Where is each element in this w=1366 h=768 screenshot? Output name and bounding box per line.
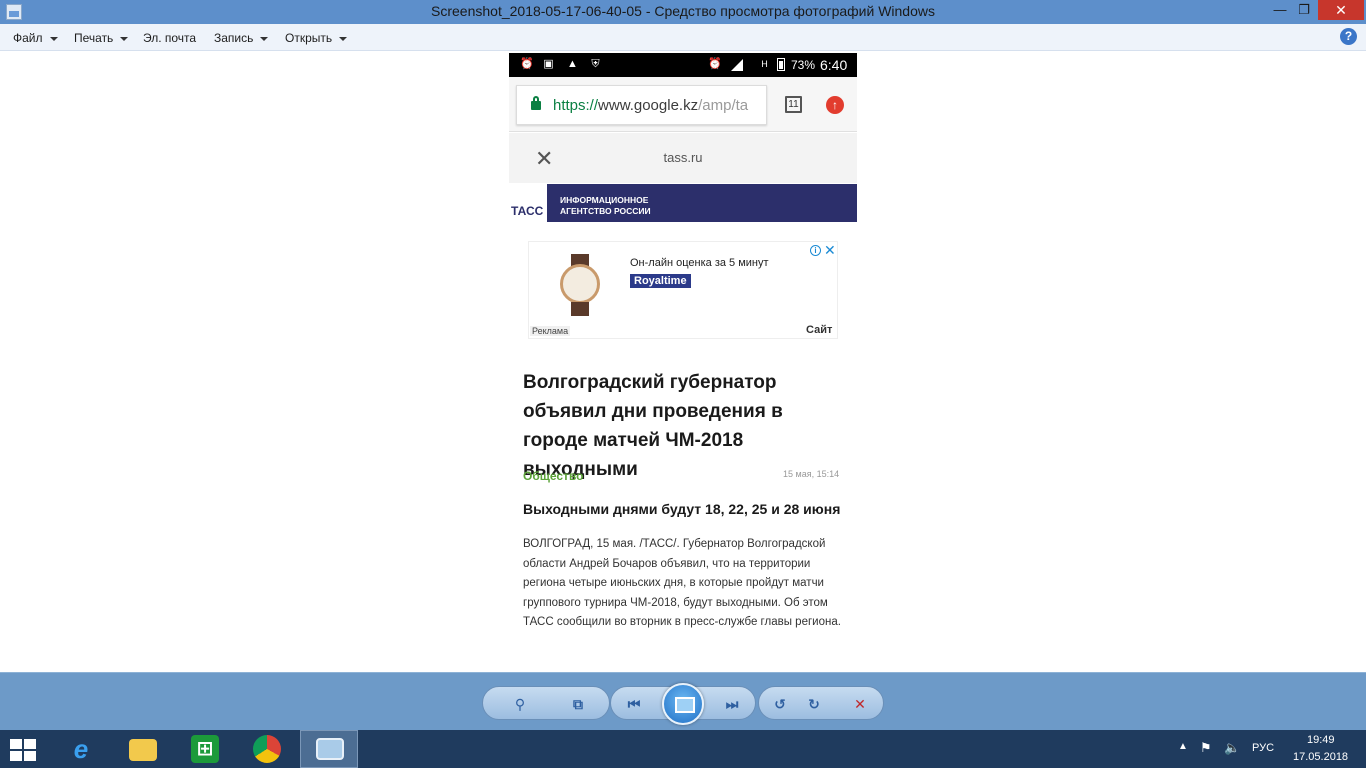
- tab-switcher-button[interactable]: 11: [785, 96, 802, 113]
- info-icon[interactable]: i: [810, 245, 821, 256]
- taskbar-photo-viewer[interactable]: [300, 730, 358, 768]
- menu-print[interactable]: Печать: [74, 31, 129, 45]
- chrome-icon: [253, 735, 281, 763]
- toolbar-left-group: ⚲ ⧉: [482, 686, 610, 720]
- help-button[interactable]: ?: [1340, 28, 1357, 45]
- browser-toolbar: https://www.google.kz/amp/ta 11 ↑: [509, 77, 857, 132]
- article-date: 15 мая, 15:14: [783, 469, 840, 479]
- tass-tagline-line1: ИНФОРМАЦИОННОЕ: [560, 195, 649, 205]
- ad-site-link[interactable]: Сайт: [806, 324, 832, 336]
- store-icon: ⊞: [191, 735, 219, 763]
- image-icon: ▣: [543, 58, 554, 70]
- previous-icon[interactable]: ⏮: [623, 694, 645, 714]
- tass-tagline: ИНФОРМАЦИОННОЕ АГЕНТСТВО РОССИИ: [560, 195, 680, 217]
- article-subhead: Выходными днями будут 18, 22, 25 и 28 ию…: [523, 501, 841, 517]
- menu-open-label: Открыть: [285, 31, 333, 45]
- menu-print-label: Печать: [74, 31, 114, 45]
- taskbar: e ⊞ ▲ ⚑ 🔈 РУС 19:49 17.05.2018: [0, 730, 1366, 768]
- tass-logo-box: ТАСС: [509, 184, 547, 222]
- menu-email-label: Эл. почта: [143, 31, 197, 45]
- menu-burn[interactable]: Запись: [214, 31, 269, 45]
- chevron-down-icon: [339, 36, 348, 41]
- menu-bar: Файл Печать Эл. почта Запись Открыть ?: [0, 24, 1366, 51]
- ad-label: Реклама: [530, 326, 571, 336]
- ad-brand: Royaltime: [630, 274, 691, 288]
- displayed-image: ⏰ ▣ ▲ ⛨ ⏰ H 73% 6:40 https://www.google.…: [509, 53, 857, 672]
- upload-icon[interactable]: ↑: [826, 96, 844, 114]
- menu-open[interactable]: Открыть: [285, 31, 348, 45]
- taskbar-ie[interactable]: e: [52, 730, 110, 768]
- lock-icon: [531, 96, 541, 110]
- chevron-down-icon: [260, 36, 269, 41]
- url-scheme: https://: [553, 97, 599, 114]
- rotate-ccw-icon[interactable]: ↺: [769, 694, 791, 714]
- clock-date[interactable]: 17.05.2018: [1293, 751, 1348, 763]
- taskbar-explorer[interactable]: [114, 730, 172, 768]
- watch-image: [557, 254, 603, 316]
- battery-icon: [777, 58, 785, 71]
- article-body: ВОЛГОГРАД, 15 мая. /ТАСС/. Губернатор Во…: [523, 538, 841, 628]
- menu-file[interactable]: Файл: [13, 31, 58, 45]
- menu-burn-label: Запись: [214, 31, 254, 45]
- speaker-muted-icon[interactable]: 🔈: [1224, 740, 1240, 756]
- ad-text: Он-лайн оценка за 5 минут: [630, 257, 769, 269]
- language-indicator[interactable]: РУС: [1252, 742, 1274, 754]
- clock-time[interactable]: 19:49: [1307, 734, 1335, 746]
- advertisement[interactable]: Он-лайн оценка за 5 минут Royaltime i ✕ …: [528, 241, 838, 339]
- close-button[interactable]: ✕: [1318, 0, 1364, 20]
- maximize-button[interactable]: ❐: [1292, 0, 1316, 20]
- window-title: Screenshot_2018-05-17-06-40-05 - Средств…: [431, 3, 935, 19]
- app-icon: ▲: [567, 58, 578, 70]
- menu-file-label: Файл: [13, 31, 43, 45]
- network-type-icon: H: [761, 59, 768, 69]
- photo-viewer-icon: [316, 738, 344, 760]
- slideshow-button[interactable]: [662, 683, 704, 725]
- delete-icon[interactable]: ✕: [849, 694, 871, 714]
- chevron-down-icon: [49, 36, 58, 41]
- amp-domain: tass.ru: [663, 150, 703, 165]
- url-text: https://www.google.kz/amp/ta: [553, 97, 748, 114]
- rotate-cw-icon[interactable]: ↻: [803, 694, 825, 714]
- flag-icon[interactable]: ⚑: [1200, 740, 1212, 756]
- toolbar-right-group: ↺ ↻ ✕: [758, 686, 884, 720]
- alarm-icon: ⏰: [520, 58, 534, 70]
- next-icon[interactable]: ⏭: [721, 694, 743, 714]
- taskbar-chrome[interactable]: [238, 730, 296, 768]
- menu-email[interactable]: Эл. почта: [143, 31, 196, 45]
- window-titlebar: Screenshot_2018-05-17-06-40-05 - Средств…: [0, 0, 1366, 24]
- tass-logo: ТАСС: [511, 204, 544, 218]
- tray-expand-icon[interactable]: ▲: [1178, 741, 1188, 752]
- battery-percent: 73%: [791, 58, 816, 72]
- tass-banner: ТАСС ИНФОРМАЦИОННОЕ АГЕНТСТВО РОССИИ: [509, 184, 857, 222]
- phone-clock: 6:40: [820, 57, 848, 73]
- shield-icon: ⛨: [591, 58, 600, 70]
- minimize-button[interactable]: —: [1268, 0, 1292, 20]
- taskbar-store[interactable]: ⊞: [176, 730, 234, 768]
- ad-close-icon[interactable]: ✕: [824, 242, 836, 259]
- article-category[interactable]: Общество: [523, 469, 584, 483]
- zoom-icon[interactable]: ⚲: [509, 694, 531, 714]
- fit-window-icon[interactable]: ⧉: [567, 694, 589, 714]
- address-bar[interactable]: https://www.google.kz/amp/ta: [516, 85, 767, 125]
- folder-icon: [129, 739, 157, 761]
- amp-header: ✕ tass.ru: [509, 133, 857, 183]
- url-path: /amp/ta: [698, 97, 749, 114]
- windows-start-icon[interactable]: [10, 739, 38, 761]
- signal-icon: [731, 59, 743, 71]
- chevron-down-icon: [120, 36, 129, 41]
- tass-tagline-line2: АГЕНТСТВО РОССИИ: [560, 206, 651, 216]
- alarm-icon: ⏰: [708, 58, 722, 70]
- url-host: www.google.kz: [598, 97, 699, 114]
- internet-explorer-icon: e: [73, 734, 89, 764]
- article-headline: Волгоградский губернатор объявил дни про…: [523, 372, 783, 480]
- phone-statusbar: ⏰ ▣ ▲ ⛨ ⏰ H 73% 6:40: [509, 53, 857, 77]
